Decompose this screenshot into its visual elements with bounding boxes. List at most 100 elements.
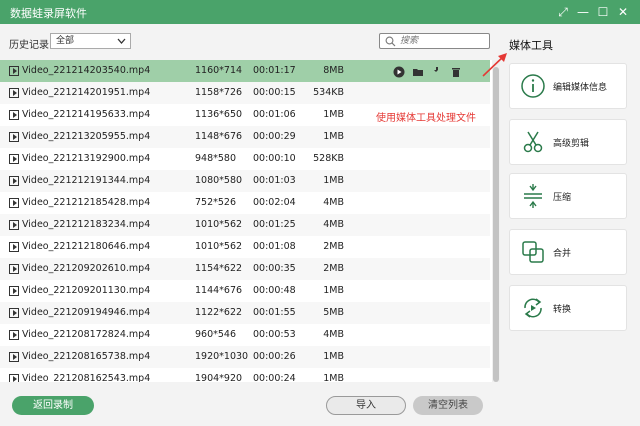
- file-duration: 00:00:10: [253, 153, 296, 164]
- video-file-icon: [9, 176, 19, 186]
- file-duration: 00:00:26: [253, 351, 296, 362]
- table-row[interactable]: Video_221212191344.mp4 1080*580 00:01:03 1M…: [0, 170, 490, 192]
- clear-list-button[interactable]: 清空列表: [413, 396, 483, 415]
- file-name: Video_221209194946.mp4: [22, 307, 151, 318]
- table-row[interactable]: Video_221214203540.mp4 1160*714 00:01:17 8M…: [0, 60, 490, 82]
- file-name: Video_221212191344.mp4: [22, 175, 151, 186]
- table-row[interactable]: Video_221213205955.mp4 1148*676 00:00:29 1M…: [0, 126, 490, 148]
- file-duration: 00:01:55: [253, 307, 296, 318]
- tool-label: 高级剪辑: [553, 139, 590, 149]
- tool-label: 压缩: [553, 193, 572, 203]
- advanced-cut-button[interactable]: 高级剪辑: [509, 119, 627, 165]
- video-file-icon: [9, 154, 19, 164]
- file-duration: 00:01:08: [253, 241, 296, 252]
- table-row[interactable]: Video_221214201951.mp4 1158*726 00:00:15 53…: [0, 82, 490, 104]
- file-size: 1MB: [323, 285, 344, 296]
- video-file-icon: [9, 374, 19, 382]
- file-resolution: 1010*562: [195, 241, 243, 252]
- convert-button[interactable]: 转换: [509, 285, 627, 331]
- file-duration: 00:00:29: [253, 131, 296, 142]
- list-scrollbar[interactable]: [492, 60, 500, 382]
- maximize-button[interactable]: ☐: [594, 3, 612, 21]
- compress-icon: [524, 184, 542, 208]
- video-file-icon: [9, 264, 19, 274]
- file-size: 1MB: [323, 351, 344, 362]
- merge-button[interactable]: 合并: [509, 229, 627, 275]
- compress-button[interactable]: 压缩: [509, 173, 627, 219]
- file-resolution: 1136*650: [195, 109, 243, 120]
- table-row[interactable]: Video_221208172824.mp4 960*546 00:00:53 4MB: [0, 324, 490, 346]
- file-resolution: 960*546: [195, 329, 237, 340]
- file-name: Video_221208172824.mp4: [22, 329, 151, 340]
- merge-icon: [522, 241, 544, 263]
- file-resolution: 1920*1030: [195, 351, 249, 362]
- close-button[interactable]: ✕: [614, 3, 632, 21]
- file-name: Video_221214195633.mp4: [22, 109, 151, 120]
- file-duration: 00:01:17: [253, 65, 296, 76]
- minimize-button[interactable]: —: [574, 3, 592, 21]
- file-name: Video_221209202610.mp4: [22, 263, 151, 274]
- video-file-icon: [9, 242, 19, 252]
- file-size: 1MB: [323, 131, 344, 142]
- tool-label: 编辑媒体信息: [553, 83, 608, 93]
- file-resolution: 1080*580: [195, 175, 243, 186]
- tool-label: 转换: [553, 305, 572, 315]
- table-row[interactable]: Video_221213192900.mp4 948*580 00:00:10 528…: [0, 148, 490, 170]
- search-icon: [385, 36, 396, 47]
- search-input[interactable]: [400, 35, 486, 47]
- file-resolution: 1160*714: [195, 65, 243, 76]
- video-file-icon: [9, 286, 19, 296]
- edit-media-info-button[interactable]: 编辑媒体信息: [509, 63, 627, 109]
- file-name: Video_221208165738.mp4: [22, 351, 151, 362]
- table-row[interactable]: Video_221212185428.mp4 752*526 00:02:04 4MB: [0, 192, 490, 214]
- file-name: Video_221213205955.mp4: [22, 131, 151, 142]
- file-size: 5MB: [323, 307, 344, 318]
- table-row[interactable]: Video_221209194946.mp4 1122*622 00:01:55 5M…: [0, 302, 490, 324]
- history-label: 历史记录: [9, 40, 49, 51]
- file-resolution: 1148*676: [195, 131, 243, 142]
- import-button[interactable]: 导入: [326, 396, 406, 415]
- table-row[interactable]: Video_221208165738.mp4 1920*1030 00:00:26 1…: [0, 346, 490, 368]
- history-filter-select[interactable]: 全部: [50, 33, 131, 49]
- table-row[interactable]: Video_221212183234.mp4 1010*562 00:01:25 4M…: [0, 214, 490, 236]
- fullscreen-icon[interactable]: ⤢: [554, 3, 572, 21]
- video-file-icon: [9, 308, 19, 318]
- tool-label: 合并: [553, 249, 572, 259]
- file-duration: 00:00:48: [253, 285, 296, 296]
- file-size: 534KB: [313, 87, 344, 98]
- file-name: Video_221209201130.mp4: [22, 285, 151, 296]
- annotation-arrow-icon: [482, 53, 507, 77]
- table-row[interactable]: Video_221212180646.mp4 1010*562 00:01:08 2M…: [0, 236, 490, 258]
- file-size: 528KB: [313, 153, 344, 164]
- back-to-recording-button[interactable]: 返回录制: [12, 396, 94, 415]
- file-resolution: 1158*726: [195, 87, 243, 98]
- file-duration: 00:00:53: [253, 329, 296, 340]
- file-size: 4MB: [323, 219, 344, 230]
- file-duration: 00:02:04: [253, 197, 296, 208]
- table-row[interactable]: Video_221208162543.mp4 1904*920 00:00:24 1M…: [0, 368, 490, 382]
- file-duration: 00:01:03: [253, 175, 296, 186]
- file-resolution: 1010*562: [195, 219, 243, 230]
- video-file-icon: [9, 198, 19, 208]
- table-row[interactable]: Video_221209201130.mp4 1144*676 00:00:48 1M…: [0, 280, 490, 302]
- file-resolution: 948*580: [195, 153, 237, 164]
- file-size: 2MB: [323, 263, 344, 274]
- file-duration: 00:01:25: [253, 219, 296, 230]
- table-row[interactable]: Video_221209202610.mp4 1154*622 00:00:35 2M…: [0, 258, 490, 280]
- file-name: Video_221212185428.mp4: [22, 197, 151, 208]
- file-name: Video_221214203540.mp4: [22, 65, 151, 76]
- file-resolution: 1122*622: [195, 307, 243, 318]
- file-name: Video_221213192900.mp4: [22, 153, 151, 164]
- file-resolution: 1154*622: [195, 263, 243, 274]
- file-name: Video_221208162543.mp4: [22, 373, 151, 382]
- video-file-icon: [9, 352, 19, 362]
- annotation-note: 使用媒体工具处理文件: [376, 113, 476, 124]
- file-size: 4MB: [323, 197, 344, 208]
- file-size: 1MB: [323, 175, 344, 186]
- file-size: 1MB: [323, 109, 344, 120]
- convert-icon: [524, 298, 542, 318]
- file-duration: 00:00:24: [253, 373, 296, 382]
- media-tools-title: 媒体工具: [509, 39, 553, 52]
- scrollbar-thumb[interactable]: [493, 67, 499, 382]
- search-box[interactable]: [379, 33, 490, 49]
